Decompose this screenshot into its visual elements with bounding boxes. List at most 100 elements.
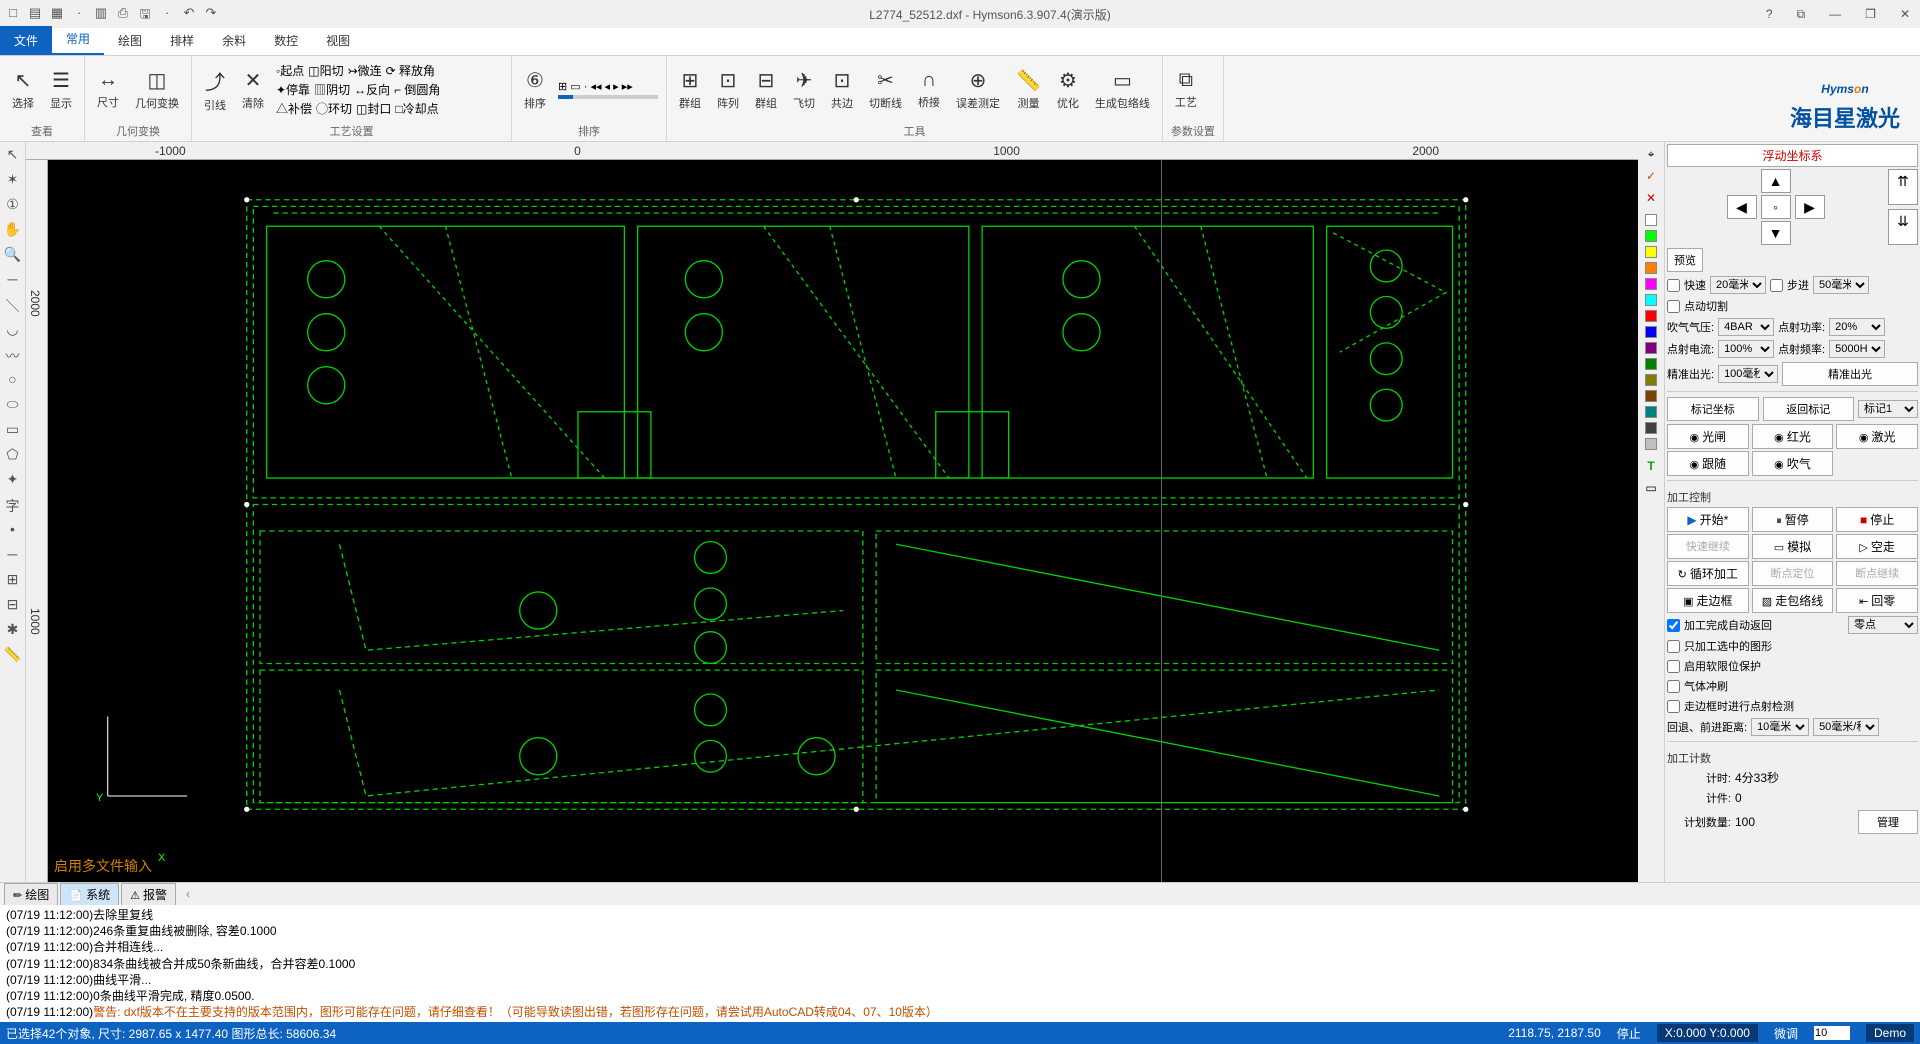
tab-remnant[interactable]: 余料: [208, 26, 260, 55]
qat-disk-icon[interactable]: 🖫: [136, 5, 154, 23]
layer-swatch[interactable]: [1643, 372, 1659, 388]
process-params-button[interactable]: ⧉工艺: [1171, 67, 1201, 112]
tool-ungroup-icon[interactable]: ⊟: [3, 596, 23, 616]
layer-swatch[interactable]: [1643, 420, 1659, 436]
scroll-left-icon[interactable]: ‹: [186, 887, 190, 901]
layer-swatch[interactable]: [1643, 260, 1659, 276]
tool-优化[interactable]: ⚙优化: [1053, 66, 1083, 113]
tool-pan-icon[interactable]: ✋: [3, 221, 23, 241]
close-icon[interactable]: ✕: [1894, 7, 1916, 22]
tool-飞切[interactable]: ✈飞切: [789, 66, 819, 113]
z-up-button[interactable]: ⇈: [1888, 169, 1918, 205]
layer-swatch[interactable]: [1643, 436, 1659, 452]
fast-checkbox[interactable]: [1667, 279, 1680, 292]
tab-nc[interactable]: 数控: [260, 26, 312, 55]
onlysel-checkbox[interactable]: [1667, 640, 1680, 653]
tool-circle-icon[interactable]: ○: [3, 371, 23, 391]
softlim-checkbox[interactable]: [1667, 660, 1680, 673]
btab-alarm[interactable]: ⚠ 报警: [121, 883, 176, 906]
opt-row[interactable]: △补偿◯环切◫封口□冷却点: [276, 100, 440, 117]
tab-common[interactable]: 常用: [52, 24, 104, 55]
jog-center-button[interactable]: ◦: [1761, 195, 1791, 219]
tool-测量[interactable]: 📏测量: [1012, 66, 1045, 113]
size-button[interactable]: ↔尺寸: [93, 67, 123, 112]
check-icon[interactable]: ✓: [1643, 168, 1659, 184]
tool-zoom-icon[interactable]: 🔍: [3, 246, 23, 266]
layer-swatch[interactable]: [1643, 228, 1659, 244]
frame-button[interactable]: ▣ 走边框: [1667, 588, 1749, 613]
tool-阵列[interactable]: ⊡阵列: [713, 66, 743, 113]
pframe-button[interactable]: ▨ 走包络线: [1752, 588, 1834, 613]
layer-swatch[interactable]: [1643, 324, 1659, 340]
tool-ellipse-icon[interactable]: ⬭: [3, 396, 23, 416]
target-icon[interactable]: ⌖: [1643, 146, 1659, 162]
tool-桥接[interactable]: ∩桥接: [914, 67, 944, 112]
loop-button[interactable]: ↻ 循环加工: [1667, 561, 1749, 586]
status-fine-input[interactable]: [1814, 1026, 1850, 1040]
tool-measure-icon[interactable]: 📏: [3, 646, 23, 666]
tab-view[interactable]: 视图: [312, 26, 364, 55]
precise-light-button[interactable]: 精准出光: [1782, 362, 1918, 386]
layer-swatch[interactable]: [1643, 308, 1659, 324]
redlight-button[interactable]: ◉ 红光: [1752, 424, 1834, 449]
minimize-icon[interactable]: —: [1823, 7, 1847, 22]
redo-icon[interactable]: ↷: [202, 5, 220, 23]
opt-row[interactable]: ✦停靠▥阴切↔反向⌐ 倒圆角: [276, 81, 440, 98]
bf2-select[interactable]: 50毫米/秒: [1813, 718, 1879, 736]
tool-群组[interactable]: ⊟群组: [751, 66, 781, 113]
autoreturn-checkbox[interactable]: [1667, 619, 1680, 632]
jog-down-button[interactable]: ▼: [1761, 221, 1791, 245]
mark-select[interactable]: 标记1: [1858, 400, 1918, 418]
autoreturn-select[interactable]: 零点: [1848, 616, 1918, 634]
jog-left-button[interactable]: ◀: [1727, 195, 1757, 219]
tool-group-icon[interactable]: ⊞: [3, 571, 23, 591]
tool-polyline-icon[interactable]: 〰: [3, 346, 23, 366]
help-icon[interactable]: ?: [1760, 7, 1779, 22]
qat-grid-icon[interactable]: ▥: [92, 5, 110, 23]
breakpoint-pos-button[interactable]: 断点定位: [1752, 561, 1834, 586]
fast-speed-select[interactable]: 20毫米: [1710, 276, 1766, 294]
log-output[interactable]: (07/19 11:12:00)去除里复线(07/19 11:12:00)246…: [0, 905, 1920, 1022]
start-button[interactable]: ▶ 开始*: [1667, 507, 1749, 532]
tool-群组[interactable]: ⊞群组: [675, 66, 705, 113]
tool-共边[interactable]: ⊡共边: [827, 66, 857, 113]
stop-button[interactable]: ■ 停止: [1836, 507, 1918, 532]
bf1-select[interactable]: 10毫米: [1751, 718, 1809, 736]
layer-swatch[interactable]: [1643, 388, 1659, 404]
tool-select-icon[interactable]: ↖: [3, 146, 23, 166]
step-checkbox[interactable]: [1770, 279, 1783, 292]
layer-swatch[interactable]: [1643, 292, 1659, 308]
tool-line-icon[interactable]: ＼: [3, 296, 23, 316]
fast-continue-button[interactable]: 快速继续: [1667, 534, 1749, 559]
layer-swatch[interactable]: [1643, 276, 1659, 292]
rect-small-icon[interactable]: ▭: [1643, 480, 1659, 496]
qat-save-icon[interactable]: ▦: [48, 5, 66, 23]
tab-nest[interactable]: 排样: [156, 26, 208, 55]
tool-生成包络线[interactable]: ▭生成包络线: [1091, 66, 1154, 113]
preview-button[interactable]: 预览: [1667, 248, 1703, 272]
undo-icon[interactable]: ↶: [180, 5, 198, 23]
tool-rect-icon[interactable]: ▭: [3, 421, 23, 441]
tool-误差测定[interactable]: ⊕误差测定: [952, 66, 1004, 113]
layer-swatch[interactable]: [1643, 212, 1659, 228]
step-dist-select[interactable]: 50毫米: [1813, 276, 1869, 294]
blow-button[interactable]: ◉ 吹气: [1752, 451, 1834, 476]
follow-button[interactable]: ◉ 跟随: [1667, 451, 1749, 476]
sort-button[interactable]: ⑥排序: [520, 66, 550, 113]
display-button[interactable]: ☰显示: [46, 66, 76, 113]
blow-select[interactable]: 4BAR: [1718, 318, 1774, 336]
tool-star-icon[interactable]: ✦: [3, 471, 23, 491]
dfreq-select[interactable]: 5000Hz: [1829, 340, 1885, 358]
tool-node-icon[interactable]: ✶: [3, 171, 23, 191]
btab-draw[interactable]: ✏ 绘图: [4, 883, 58, 906]
sort-slider[interactable]: [558, 95, 658, 99]
pout-select[interactable]: 100毫秒: [1718, 365, 1778, 383]
select-button[interactable]: ↖选择: [8, 66, 38, 113]
dpow-select[interactable]: 20%: [1829, 318, 1885, 336]
edgedot-checkbox[interactable]: [1667, 700, 1680, 713]
btab-system[interactable]: 📄 系统: [60, 883, 119, 906]
lead-button[interactable]: ⤴引线: [200, 64, 230, 115]
tool-arc-icon[interactable]: ◡: [3, 321, 23, 341]
layer-swatch[interactable]: [1643, 340, 1659, 356]
ribbon-toggle-icon[interactable]: ⧉: [1791, 7, 1812, 22]
